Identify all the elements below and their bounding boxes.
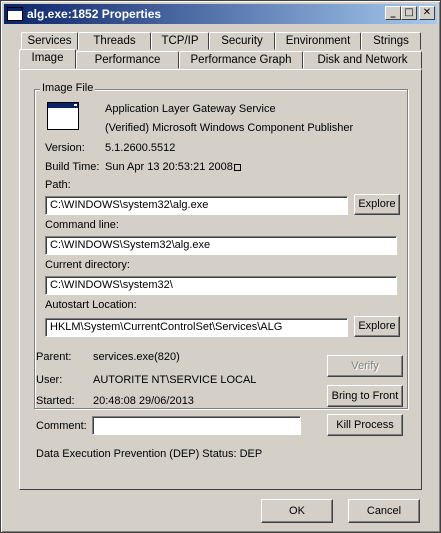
application-icon xyxy=(47,102,79,130)
close-button[interactable]: ✕ xyxy=(419,6,435,20)
parent-label: Parent: xyxy=(36,351,72,363)
cancel-button[interactable]: Cancel xyxy=(348,499,420,523)
bring-to-front-button[interactable]: Bring to Front xyxy=(327,385,403,407)
properties-window: alg.exe:1852 Properties _ □ ✕ Services T… xyxy=(0,0,441,533)
image-description: Application Layer Gateway Service xyxy=(105,103,276,115)
tab-strings[interactable]: Strings xyxy=(361,32,421,50)
tab-performance-graph[interactable]: Performance Graph xyxy=(179,51,303,69)
tab-threads[interactable]: Threads xyxy=(78,32,151,50)
path-label: Path: xyxy=(45,179,71,191)
title-bar[interactable]: alg.exe:1852 Properties _ □ ✕ xyxy=(4,4,437,24)
box-glyph-icon xyxy=(233,164,241,171)
group-label: Image File xyxy=(40,82,96,94)
tab-image[interactable]: Image xyxy=(19,49,76,69)
user-label: User: xyxy=(36,374,63,386)
ok-button[interactable]: OK xyxy=(261,499,333,523)
explore-path-button[interactable]: Explore xyxy=(354,194,400,215)
user-value: AUTORITE NT\SERVICE LOCAL xyxy=(93,374,257,386)
tab-services[interactable]: Services xyxy=(21,32,78,50)
verify-button[interactable]: Verify xyxy=(327,355,403,377)
dep-status: Data Execution Prevention (DEP) Status: … xyxy=(36,448,263,460)
started-value: 20:48:08 29/06/2013 xyxy=(93,395,194,407)
autostart-field[interactable]: HKLM\System\CurrentControlSet\Services\A… xyxy=(45,318,348,337)
explore-autostart-button[interactable]: Explore xyxy=(354,316,400,337)
tab-security[interactable]: Security xyxy=(209,32,275,50)
parent-value: services.exe(820) xyxy=(93,351,180,363)
started-label: Started: xyxy=(36,395,75,407)
tab-performance[interactable]: Performance xyxy=(76,51,179,69)
autostart-label: Autostart Location: xyxy=(45,299,137,311)
kill-process-button[interactable]: Kill Process xyxy=(327,414,403,436)
build-time-value: Sun Apr 13 20:53:21 2008 xyxy=(105,161,241,173)
maximize-button[interactable]: □ xyxy=(401,6,417,20)
current-directory-field[interactable]: C:\WINDOWS\system32\ xyxy=(45,276,397,295)
build-time-label: Build Time: xyxy=(45,161,100,173)
image-publisher: (Verified) Microsoft Windows Component P… xyxy=(105,122,354,134)
tab-tcpip[interactable]: TCP/IP xyxy=(151,32,209,50)
minimize-button[interactable]: _ xyxy=(385,6,401,20)
build-time-text: Sun Apr 13 20:53:21 2008 xyxy=(105,161,233,173)
current-directory-label: Current directory: xyxy=(45,259,130,271)
version-value: 5.1.2600.5512 xyxy=(105,142,176,154)
comment-field[interactable] xyxy=(92,416,301,435)
tab-environment[interactable]: Environment xyxy=(275,32,361,50)
command-line-field[interactable]: C:\WINDOWS\System32\alg.exe xyxy=(45,236,397,255)
path-field[interactable]: C:\WINDOWS\system32\alg.exe xyxy=(45,196,348,215)
window-title: alg.exe:1852 Properties xyxy=(27,7,162,21)
comment-label: Comment: xyxy=(36,420,87,432)
command-line-label: Command line: xyxy=(45,219,119,231)
image-tab-panel: Image File Application Layer Gateway Ser… xyxy=(19,69,422,490)
version-label: Version: xyxy=(45,142,85,154)
window-icon xyxy=(7,7,23,21)
tab-disk-and-network[interactable]: Disk and Network xyxy=(303,51,422,69)
